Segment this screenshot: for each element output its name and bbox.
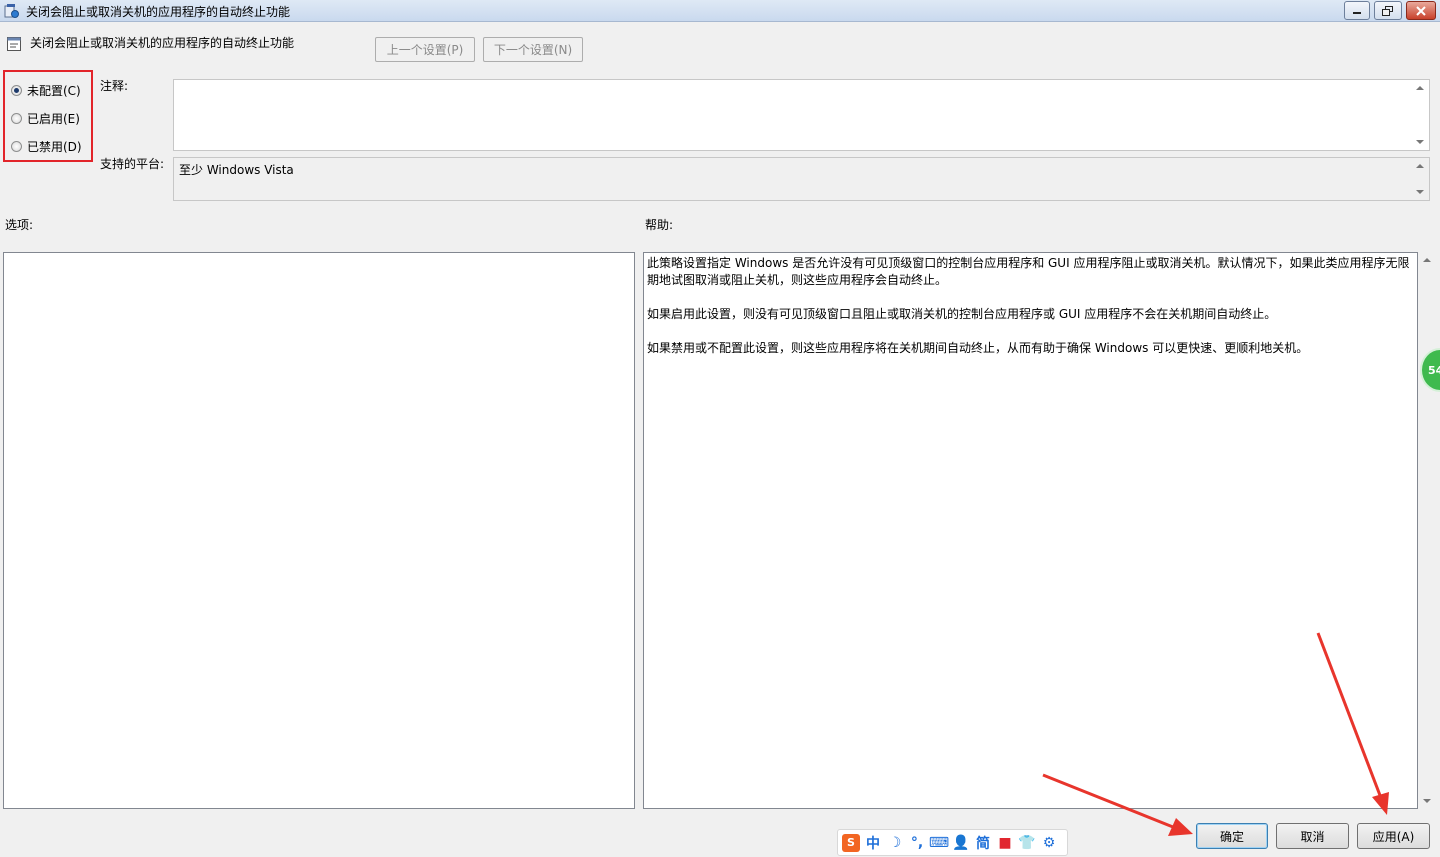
moon-icon[interactable]: ☽ (886, 834, 904, 852)
help-panel: 此策略设置指定 Windows 是否允许没有可见顶级窗口的控制台应用程序和 GU… (643, 252, 1418, 809)
apply-button[interactable]: 应用(A) (1357, 823, 1430, 849)
state-radio-group: 未配置(C) 已启用(E) 已禁用(D) (3, 70, 93, 162)
gear-icon[interactable]: ⚙ (1040, 834, 1058, 852)
help-label: 帮助: (645, 218, 674, 232)
scroll-down-icon[interactable] (1423, 799, 1431, 803)
radio-label: 已禁用(D) (27, 139, 82, 154)
radio-button[interactable] (11, 140, 22, 152)
help-text: 此策略设置指定 Windows 是否允许没有可见顶级窗口的控制台应用程序和 GU… (647, 255, 1413, 374)
next-setting-button[interactable]: 下一个设置(N) (483, 37, 583, 62)
help-paragraph: 如果禁用或不配置此设置，则这些应用程序将在关机期间自动终止，从而有助于确保 Wi… (647, 341, 1309, 355)
comment-value (174, 80, 1429, 86)
minimize-button[interactable] (1344, 1, 1370, 20)
title-bar: 关闭会阻止或取消关机的应用程序的自动终止功能 (0, 0, 1440, 22)
restore-button[interactable] (1374, 1, 1402, 20)
radio-label: 已启用(E) (27, 111, 80, 126)
options-panel (3, 252, 635, 809)
sogou-logo-icon[interactable]: S (842, 833, 860, 852)
scroll-down-icon[interactable] (1416, 140, 1424, 144)
options-label: 选项: (5, 218, 34, 232)
radio-disabled[interactable]: 已禁用(D) (11, 137, 82, 155)
help-scrollbar[interactable] (1419, 252, 1436, 809)
help-paragraph: 此策略设置指定 Windows 是否允许没有可见顶级窗口的控制台应用程序和 GU… (647, 256, 1410, 287)
policy-icon (4, 4, 19, 18)
restore-icon (1382, 5, 1393, 16)
scroll-up-icon[interactable] (1423, 258, 1431, 262)
setting-icon (7, 37, 21, 51)
comment-textarea[interactable] (173, 79, 1430, 151)
close-button[interactable] (1406, 1, 1436, 20)
comment-scrollbar[interactable] (1412, 80, 1429, 150)
scroll-down-icon[interactable] (1416, 190, 1424, 194)
platform-label: 支持的平台: (100, 157, 165, 171)
platform-value: 至少 Windows Vista (179, 163, 294, 177)
platform-field: 至少 Windows Vista (173, 157, 1430, 201)
previous-setting-button[interactable]: 上一个设置(P) (375, 37, 475, 62)
cancel-button[interactable]: 取消 (1276, 823, 1349, 849)
help-paragraph: 如果启用此设置，则没有可见顶级窗口且阻止或取消关机的控制台应用程序或 GUI 应… (647, 307, 1277, 321)
scroll-up-icon[interactable] (1416, 164, 1424, 168)
keyboard-icon[interactable]: ⌨ (929, 834, 949, 852)
user-icon[interactable]: 👤 (952, 834, 970, 852)
close-icon (1416, 5, 1426, 16)
radio-button-checked[interactable] (11, 84, 22, 96)
minimize-icon (1353, 11, 1361, 14)
window-title: 关闭会阻止或取消关机的应用程序的自动终止功能 (26, 5, 291, 19)
radio-enabled[interactable]: 已启用(E) (11, 109, 80, 127)
setting-title: 关闭会阻止或取消关机的应用程序的自动终止功能 (30, 36, 295, 50)
scroll-up-icon[interactable] (1416, 86, 1424, 90)
ime-toolbar: S 中 ☽ °, ⌨ 👤 简 ■ 👕 ⚙ (837, 829, 1068, 856)
video-icon[interactable]: ■ (996, 834, 1014, 852)
radio-button[interactable] (11, 112, 22, 124)
radio-label: 未配置(C) (27, 83, 81, 98)
radio-not-configured[interactable]: 未配置(C) (11, 81, 81, 99)
ok-button[interactable]: 确定 (1196, 823, 1268, 849)
platform-scrollbar[interactable] (1412, 158, 1429, 200)
ime-mode-icon[interactable]: 中 (864, 834, 882, 852)
punctuation-icon[interactable]: °, (908, 834, 926, 852)
shirt-icon[interactable]: 👕 (1018, 834, 1036, 852)
comment-label: 注释: (100, 79, 129, 93)
simplified-icon[interactable]: 简 (974, 834, 992, 852)
